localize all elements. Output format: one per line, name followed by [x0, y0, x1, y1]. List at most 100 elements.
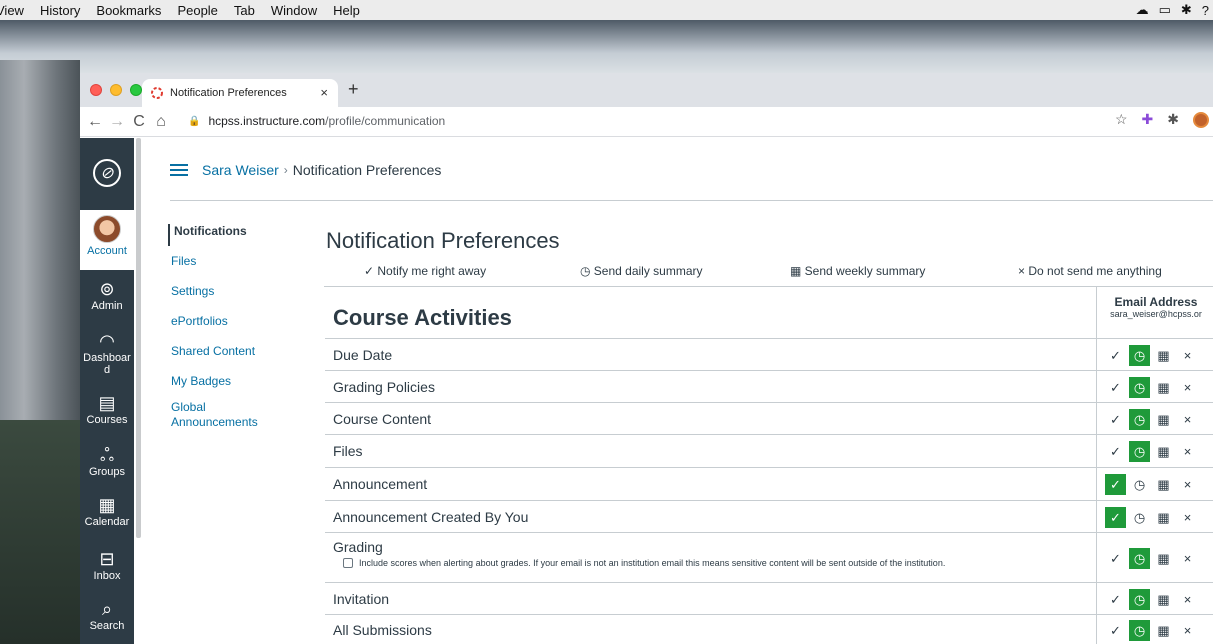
dashboard-icon: ◠	[99, 331, 115, 351]
section-nav-settings[interactable]: Settings	[171, 284, 214, 299]
daily-summary-icon[interactable]: ◷	[1129, 548, 1150, 569]
groups-icon: ஃ	[99, 445, 115, 465]
nav-inbox[interactable]: ⊟ Inbox	[80, 548, 134, 582]
nav-account[interactable]: Account	[80, 210, 134, 270]
do-not-send-icon[interactable]: ×	[1177, 474, 1198, 495]
weekly-summary-icon[interactable]: ▦	[1153, 507, 1174, 528]
legend-right-away: ✓ Notify me right away	[364, 264, 487, 278]
do-not-send-icon[interactable]: ×	[1177, 409, 1198, 430]
row-label: Announcement	[333, 476, 428, 492]
star-icon[interactable]: ☆	[1115, 111, 1128, 128]
daily-summary-icon[interactable]: ◷	[1129, 377, 1150, 398]
hamburger-menu-icon[interactable]	[170, 164, 188, 176]
home-icon[interactable]: ⌂	[150, 113, 172, 131]
frequency-options: ✓ ◷ ▦ ×	[1105, 474, 1201, 495]
url-path: /profile/communication	[325, 114, 446, 128]
minimize-window-button[interactable]	[110, 84, 122, 96]
airplay-icon[interactable]: ▭	[1159, 2, 1171, 18]
daily-summary-icon[interactable]: ◷	[1129, 620, 1150, 641]
weekly-summary-icon[interactable]: ▦	[1153, 441, 1174, 462]
do-not-send-icon[interactable]: ×	[1177, 548, 1198, 569]
canvas-logo[interactable]: ⊘	[80, 138, 134, 208]
section-nav-notifications[interactable]: Notifications	[168, 224, 247, 246]
nav-groups[interactable]: ஃ Groups	[80, 444, 134, 478]
weekly-summary-icon[interactable]: ▦	[1153, 589, 1174, 610]
weekly-summary-icon[interactable]: ▦	[1153, 548, 1174, 569]
nav-admin[interactable]: ⊚ Admin	[80, 278, 134, 312]
nav-search[interactable]: ⌕ Search	[80, 598, 134, 632]
do-not-send-icon[interactable]: ×	[1177, 507, 1198, 528]
notify-right-away-icon[interactable]: ✓	[1105, 507, 1126, 528]
notify-right-away-icon[interactable]: ✓	[1105, 441, 1126, 462]
notify-right-away-icon[interactable]: ✓	[1105, 409, 1126, 430]
nav-courses[interactable]: ▤ Courses	[80, 392, 134, 426]
menu-bookmarks[interactable]: Bookmarks	[88, 3, 169, 18]
notify-right-away-icon[interactable]: ✓	[1105, 620, 1126, 641]
lock-icon[interactable]: 🔒	[188, 116, 200, 127]
notify-right-away-icon[interactable]: ✓	[1105, 474, 1126, 495]
notify-right-away-icon[interactable]: ✓	[1105, 589, 1126, 610]
notify-right-away-icon[interactable]: ✓	[1105, 377, 1126, 398]
do-not-send-icon[interactable]: ×	[1177, 441, 1198, 462]
nav-calendar[interactable]: ▦ Calendar	[80, 494, 134, 528]
section-nav-shared-content[interactable]: Shared Content	[171, 344, 255, 359]
reload-icon[interactable]: C	[128, 113, 150, 131]
breadcrumb-user-link[interactable]: Sara Weiser	[202, 162, 279, 178]
weekly-summary-icon[interactable]: ▦	[1153, 345, 1174, 366]
section-nav-eportfolios[interactable]: ePortfolios	[171, 314, 228, 329]
section-nav-my-badges[interactable]: My Badges	[171, 374, 231, 389]
profile-icon[interactable]	[1193, 111, 1209, 128]
desktop-sky	[0, 20, 1213, 80]
bluetooth-icon[interactable]: ✱	[1181, 2, 1192, 18]
daily-summary-icon[interactable]: ◷	[1129, 507, 1150, 528]
forward-icon[interactable]: →	[106, 113, 128, 131]
notify-right-away-icon[interactable]: ✓	[1105, 345, 1126, 366]
menu-people[interactable]: People	[169, 3, 225, 18]
new-tab-button[interactable]: +	[348, 79, 359, 100]
table-row: Due Date ✓ ◷ ▦ ×	[325, 339, 1213, 371]
section-nav-global-announcements[interactable]: Global Announcements	[171, 400, 258, 430]
menu-help[interactable]: Help	[325, 3, 368, 18]
daily-summary-icon[interactable]: ◷	[1129, 345, 1150, 366]
menu-window[interactable]: Window	[263, 3, 325, 18]
do-not-send-icon[interactable]: ×	[1177, 377, 1198, 398]
menu-tab[interactable]: Tab	[226, 3, 263, 18]
email-header: Email Address sara_weiser@hcpss.or	[1097, 295, 1213, 319]
back-icon[interactable]: ←	[84, 113, 106, 131]
weekly-summary-icon[interactable]: ▦	[1153, 620, 1174, 641]
cloud-icon[interactable]: ☁	[1136, 2, 1149, 18]
daily-summary-icon[interactable]: ◷	[1129, 474, 1150, 495]
menu-view[interactable]: View	[0, 3, 32, 18]
section-nav-global-line1: Global	[171, 400, 206, 414]
daily-summary-icon[interactable]: ◷	[1129, 441, 1150, 462]
calendar-icon: ▦	[98, 495, 116, 515]
include-scores-checkbox[interactable]	[343, 558, 353, 568]
puzzle-icon[interactable]: ✱	[1167, 111, 1179, 128]
zoom-window-button[interactable]	[130, 84, 142, 96]
close-window-button[interactable]	[90, 84, 102, 96]
tab-close-icon[interactable]: ×	[320, 85, 328, 100]
extension-icon[interactable]: ✚	[1142, 111, 1154, 128]
help-icon[interactable]: ?	[1202, 3, 1209, 18]
do-not-send-icon[interactable]: ×	[1177, 620, 1198, 641]
table-row: Invitation ✓ ◷ ▦ ×	[325, 583, 1213, 615]
address-bar[interactable]: 🔒 hcpss.instructure.com/profile/communic…	[188, 110, 445, 132]
do-not-send-icon[interactable]: ×	[1177, 345, 1198, 366]
nav-dashboard[interactable]: ◠ Dashboar d	[80, 330, 134, 376]
weekly-summary-icon[interactable]: ▦	[1153, 409, 1174, 430]
notify-right-away-icon[interactable]: ✓	[1105, 548, 1126, 569]
weekly-summary-icon[interactable]: ▦	[1153, 377, 1174, 398]
search-icon: ⌕	[101, 599, 113, 619]
do-not-send-icon[interactable]: ×	[1177, 589, 1198, 610]
daily-summary-icon[interactable]: ◷	[1129, 589, 1150, 610]
menu-history[interactable]: History	[32, 3, 88, 18]
section-nav-files[interactable]: Files	[171, 254, 196, 269]
desktop-trees	[0, 420, 80, 644]
nav-scrollbar[interactable]	[136, 138, 141, 538]
weekly-summary-icon[interactable]: ▦	[1153, 474, 1174, 495]
header-divider	[170, 200, 1213, 201]
daily-summary-icon[interactable]: ◷	[1129, 409, 1150, 430]
row-label: Due Date	[333, 347, 393, 363]
tab-notification-preferences[interactable]: Notification Preferences ×	[142, 79, 338, 107]
legend-do-not-send: × Do not send me anything	[1018, 264, 1162, 278]
